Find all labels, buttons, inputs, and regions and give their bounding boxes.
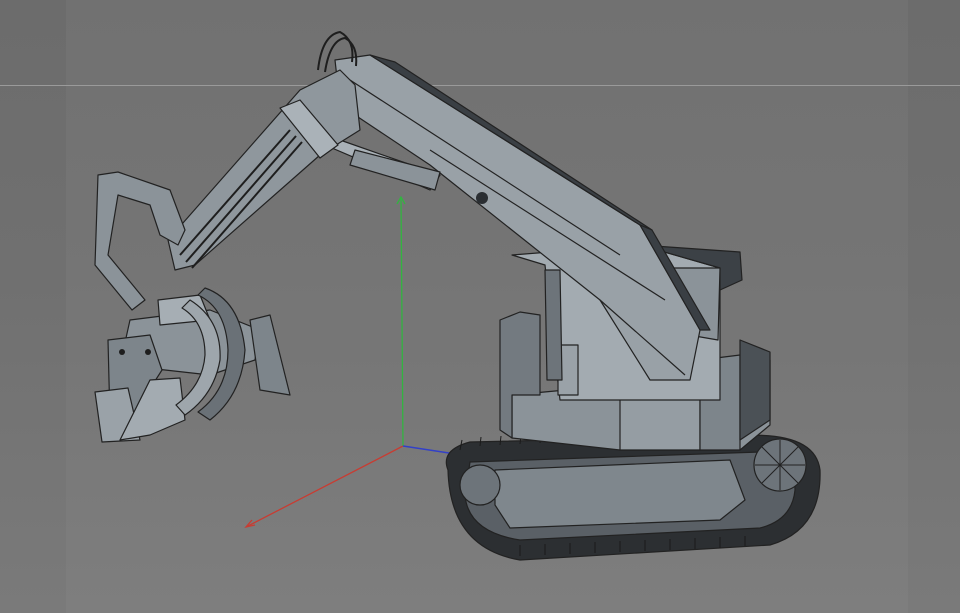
idler-wheel — [459, 464, 501, 506]
3d-viewport[interactable] — [0, 0, 960, 613]
stick-arm[interactable] — [167, 30, 361, 271]
boom-pin — [476, 192, 488, 204]
scene-canvas[interactable] — [0, 0, 960, 613]
axis-y — [400, 196, 404, 447]
axis-x — [245, 445, 404, 528]
